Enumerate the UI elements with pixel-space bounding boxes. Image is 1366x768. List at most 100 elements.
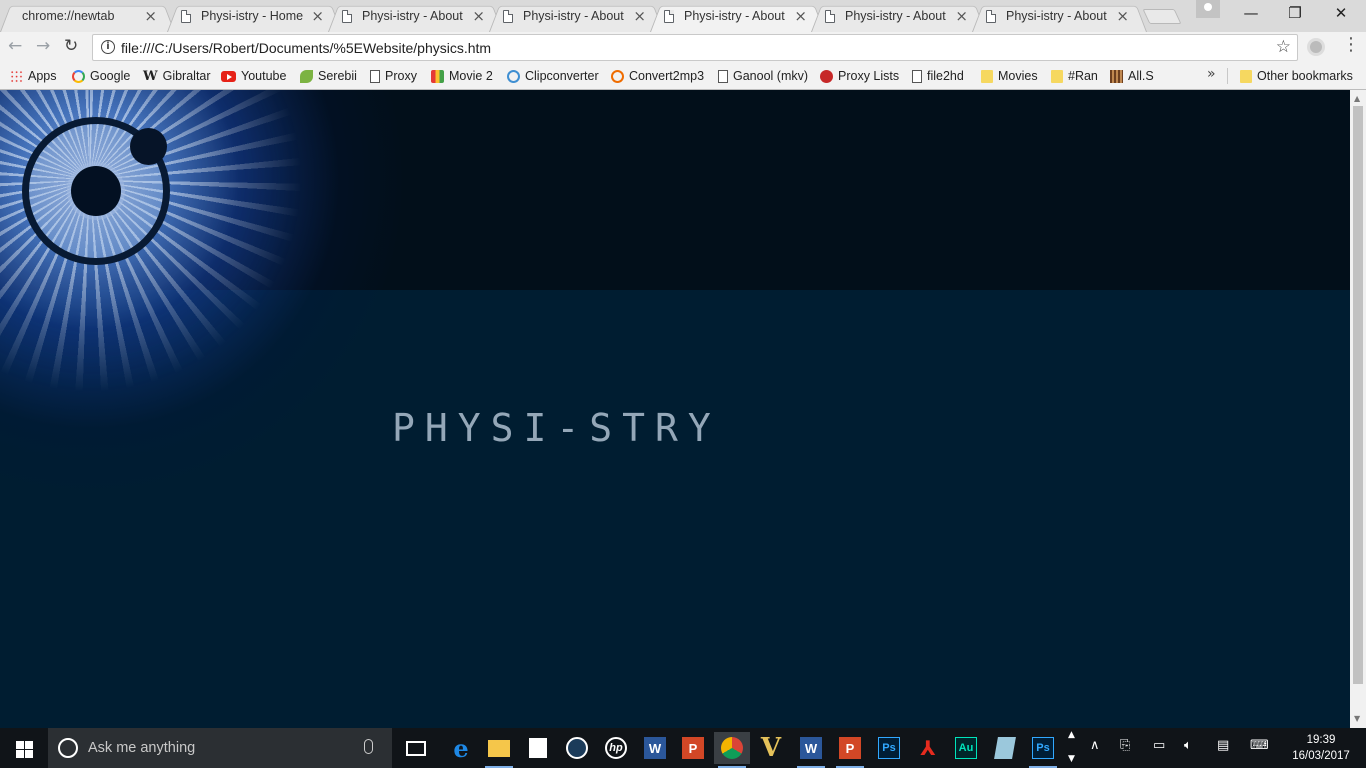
tab-close-icon[interactable]: × xyxy=(472,7,485,25)
tab-title: chrome://newtab xyxy=(22,9,115,23)
page-scrollbar[interactable]: ▲ ▼ xyxy=(1350,90,1366,728)
bookmark-label: Convert2mp3 xyxy=(629,69,705,83)
page-icon xyxy=(181,10,191,23)
tab-about[interactable]: Physi-istry - About × xyxy=(811,2,986,33)
bookmark-file2hd[interactable]: file2hd xyxy=(912,67,964,85)
cortana-icon xyxy=(58,738,78,758)
page-icon xyxy=(912,69,922,83)
tab-close-icon[interactable]: × xyxy=(794,7,807,25)
start-button[interactable] xyxy=(0,728,48,768)
taskbar-app-chrome[interactable] xyxy=(714,732,750,768)
show-hidden-icons-icon[interactable]: ∧ xyxy=(1090,738,1100,753)
tab-close-icon[interactable]: × xyxy=(633,7,646,25)
url-text[interactable]: file:///C:/Users/Robert/Documents/%5EWeb… xyxy=(121,40,491,56)
tab-home[interactable]: Physi-istry - Home × xyxy=(167,2,342,33)
bookmark-ganool[interactable]: Ganool (mkv) xyxy=(718,67,808,85)
new-tab-button[interactable] xyxy=(1142,9,1182,24)
address-bar[interactable]: i file:///C:/Users/Robert/Documents/%5EW… xyxy=(92,34,1298,61)
tab-close-icon[interactable]: × xyxy=(144,7,157,25)
forward-arrow-icon[interactable]: → xyxy=(36,36,50,56)
taskbar-app-powerpoint-2[interactable]: P xyxy=(832,732,868,768)
tab-about[interactable]: Physi-istry - About × xyxy=(489,2,664,33)
reload-icon[interactable]: ↻ xyxy=(64,36,78,56)
close-window-button[interactable]: ✕ xyxy=(1318,4,1364,22)
scroll-down-icon[interactable]: ▼ xyxy=(1354,714,1360,723)
taskbar-app-steam[interactable] xyxy=(559,732,595,764)
taskbar-app-edge[interactable]: e xyxy=(443,732,479,764)
bookmark-star-icon[interactable]: ☆ xyxy=(1276,37,1291,57)
battery-icon[interactable]: ▭ xyxy=(1153,738,1165,753)
taskbar-app-audition[interactable]: Au xyxy=(948,732,984,764)
page-viewport: Physi-stry xyxy=(0,90,1350,728)
tab-title: Physi-istry - About xyxy=(1006,9,1107,23)
hp-icon: hp xyxy=(605,737,627,759)
page-icon xyxy=(503,10,513,23)
bookmark-folder-ran[interactable]: #Ran xyxy=(1051,67,1098,85)
bookmark-label: Serebii xyxy=(318,69,357,83)
tab-close-icon[interactable]: × xyxy=(955,7,968,25)
volume-icon[interactable]: 🔈︎ xyxy=(1184,738,1192,753)
bookmark-proxy[interactable]: Proxy xyxy=(370,67,417,85)
bookmark-youtube[interactable]: Youtube xyxy=(221,67,286,85)
taskbar-app-word[interactable]: W xyxy=(637,732,673,764)
page-icon xyxy=(825,10,835,23)
taskbar-app-powerpoint[interactable]: P xyxy=(675,732,711,764)
tab-close-icon[interactable]: × xyxy=(311,7,324,25)
taskbar-scroll[interactable]: ▲ ▼ xyxy=(1066,728,1080,768)
other-bookmarks[interactable]: Other bookmarks xyxy=(1240,67,1353,85)
microphone-icon[interactable] xyxy=(364,739,373,754)
bookmark-apps[interactable]: Apps xyxy=(10,67,57,85)
keyboard-icon[interactable]: ⌨ xyxy=(1250,738,1269,753)
taskbar-app-word-2[interactable]: W xyxy=(793,732,829,768)
bookmark-alls[interactable]: All.S xyxy=(1110,67,1154,85)
tab-title: Physi-istry - About xyxy=(845,9,946,23)
scroll-up-icon[interactable]: ▲ xyxy=(1354,94,1360,103)
restore-button[interactable]: ❐ xyxy=(1272,4,1318,22)
taskbar-app-vectorworks[interactable]: V xyxy=(753,732,789,764)
taskbar-app-photoshop-2[interactable]: Ps xyxy=(1025,732,1061,768)
divider xyxy=(1227,68,1228,84)
film-icon xyxy=(1110,69,1123,83)
system-clock[interactable]: 19:39 16/03/2017 xyxy=(1285,732,1357,764)
taskbar-app-store[interactable] xyxy=(520,732,556,764)
youtube-icon xyxy=(221,70,236,82)
taskbar-app-photoshop[interactable]: Ps xyxy=(871,732,907,764)
profile-button[interactable] xyxy=(1196,0,1220,18)
convert2mp3-icon xyxy=(611,69,624,83)
extension-icon[interactable] xyxy=(1307,38,1325,56)
bookmark-movie-2[interactable]: Movie 2 xyxy=(431,67,493,85)
tab-title: Physi-istry - About xyxy=(362,9,463,23)
bookmark-gibraltar[interactable]: W Gibraltar xyxy=(143,67,211,85)
tab-about[interactable]: Physi-istry - About × xyxy=(328,2,503,33)
taskbar-app-notes[interactable] xyxy=(987,732,1023,764)
bookmark-folder-movies[interactable]: Movies xyxy=(981,67,1038,85)
vectorworks-icon: V xyxy=(760,733,782,763)
minimize-button[interactable]: — xyxy=(1228,4,1274,22)
task-view-button[interactable] xyxy=(398,732,434,764)
windows-logo-icon xyxy=(16,741,24,749)
info-icon[interactable]: i xyxy=(101,40,115,54)
action-center-icon[interactable]: ▤ xyxy=(1217,738,1229,753)
taskbar-app-file-explorer[interactable] xyxy=(481,732,517,768)
more-bookmarks-chevron-icon[interactable]: » xyxy=(1207,66,1216,82)
tab-about-active[interactable]: Physi-istry - About × xyxy=(650,2,825,33)
network-icon[interactable]: ⎘ xyxy=(1120,738,1130,753)
tab-newtab[interactable]: chrome://newtab × xyxy=(0,2,175,33)
cortana-search-box[interactable]: Ask me anything xyxy=(48,728,392,768)
tab-about[interactable]: Physi-istry - About × xyxy=(972,2,1147,33)
bookmark-serebii[interactable]: Serebii xyxy=(300,67,357,85)
page-icon xyxy=(370,69,380,83)
word-icon: W xyxy=(644,737,666,759)
taskbar-app-hp[interactable]: hp xyxy=(598,732,634,764)
menu-dots-icon[interactable]: ⋮ xyxy=(1342,34,1360,55)
bookmark-convert2mp3[interactable]: Convert2mp3 xyxy=(611,67,704,85)
tab-close-icon[interactable]: × xyxy=(1116,7,1129,25)
taskbar-app-acrobat[interactable]: ⅄ xyxy=(910,732,946,764)
bookmark-clipconverter[interactable]: Clipconverter xyxy=(507,67,599,85)
chevron-up-icon[interactable]: ▲ xyxy=(1068,730,1075,740)
chevron-down-icon[interactable]: ▼ xyxy=(1068,754,1075,764)
back-arrow-icon[interactable]: ← xyxy=(8,36,22,56)
bookmark-proxy-lists[interactable]: Proxy Lists xyxy=(820,67,899,85)
bookmark-google[interactable]: Google xyxy=(72,67,130,85)
scroll-thumb[interactable] xyxy=(1353,106,1363,684)
